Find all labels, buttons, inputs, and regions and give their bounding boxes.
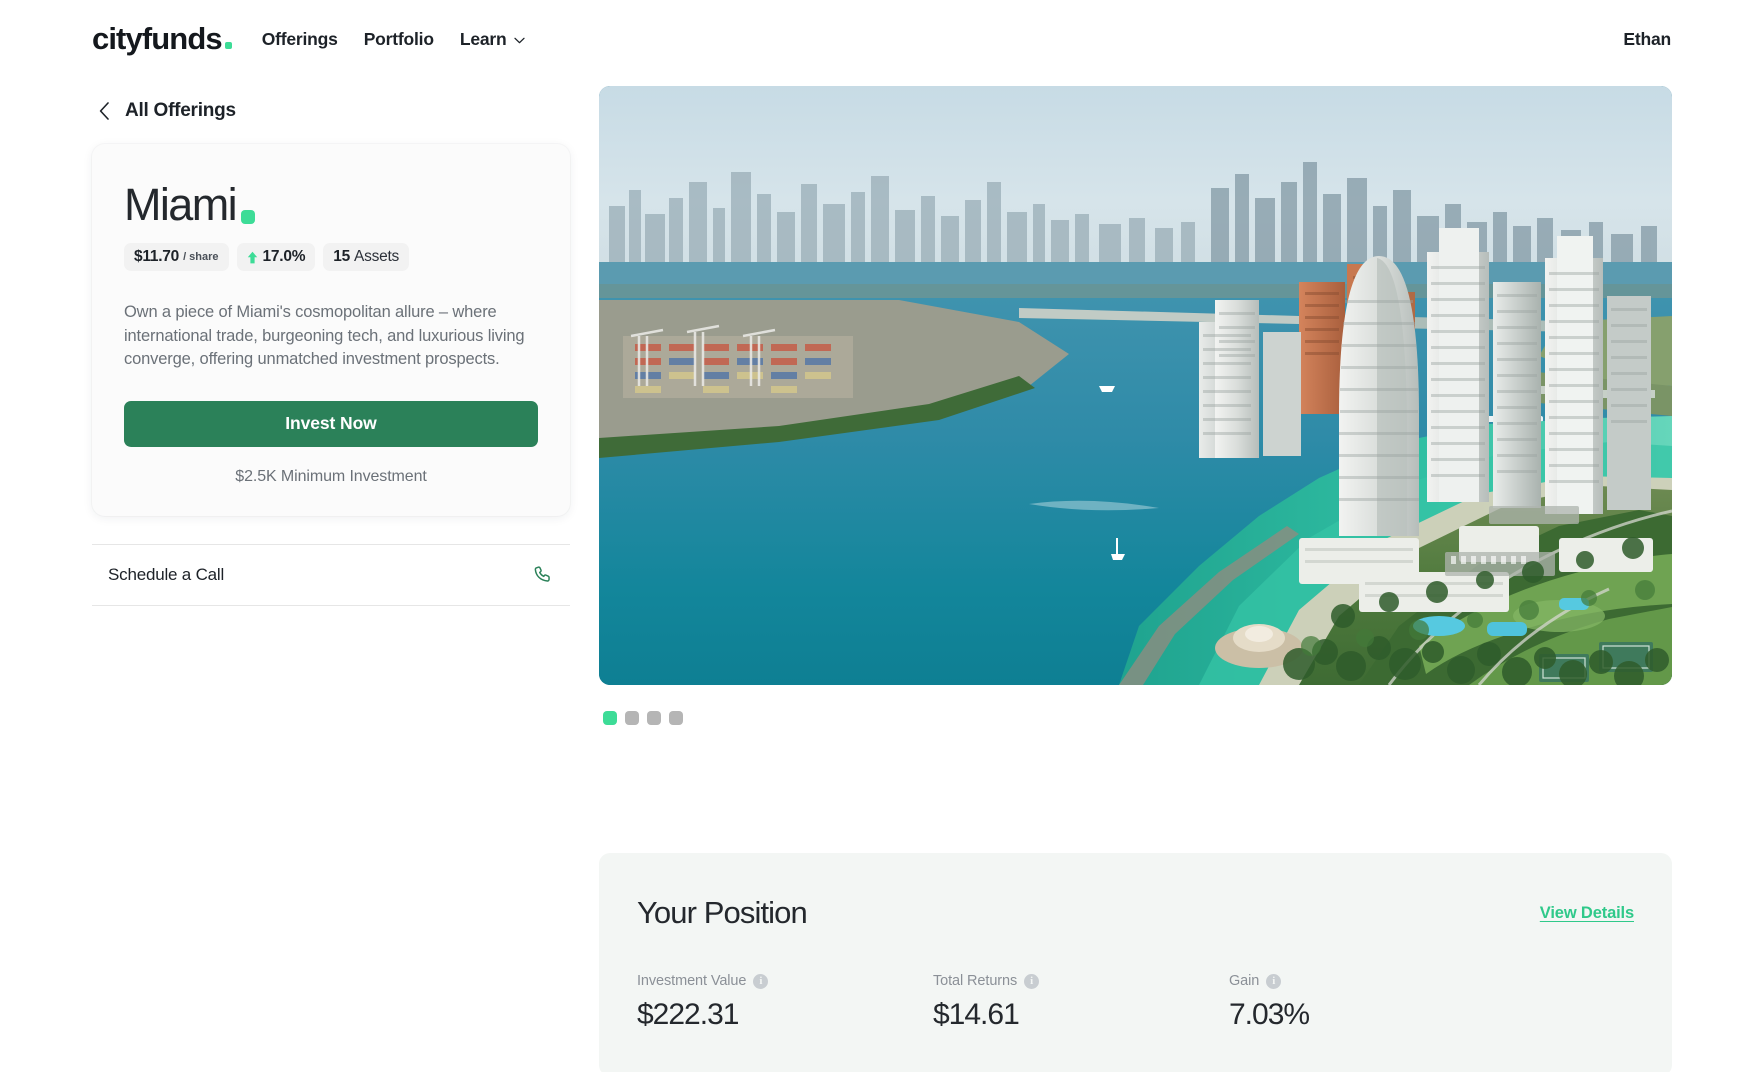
metric-total-returns-label: Total Returns bbox=[933, 973, 1018, 989]
position-header: Your Position View Details bbox=[637, 895, 1634, 931]
arrow-up-icon bbox=[247, 251, 258, 264]
brand-wordmark: cityfunds bbox=[92, 21, 223, 56]
metric-gain-label: Gain bbox=[1229, 973, 1260, 989]
carousel-dot-3[interactable] bbox=[647, 711, 661, 725]
your-position-card: Your Position View Details Investment Va… bbox=[599, 853, 1672, 1072]
carousel-dot-4[interactable] bbox=[669, 711, 683, 725]
minimum-investment-note: $2.5K Minimum Investment bbox=[235, 467, 427, 485]
top-navigation-bar: cityfunds Offerings Portfolio Learn Etha… bbox=[0, 0, 1763, 78]
miami-aerial-illustration bbox=[599, 86, 1672, 685]
nav-item-learn-label: Learn bbox=[459, 28, 507, 49]
schedule-a-call-label: Schedule a Call bbox=[108, 564, 225, 584]
metric-investment-value-label-row: Investment Value i bbox=[637, 973, 933, 989]
chevron-down-icon bbox=[513, 37, 525, 44]
share-price-suffix: / share bbox=[183, 251, 219, 263]
metric-total-returns: Total Returns i $14.61 bbox=[933, 973, 1229, 1032]
phone-icon[interactable] bbox=[533, 564, 554, 585]
position-metrics: Investment Value i $222.31 Total Returns… bbox=[637, 973, 1634, 1032]
cityfunds-logo[interactable]: cityfunds bbox=[92, 21, 232, 57]
nav-item-offerings[interactable]: Offerings bbox=[262, 29, 338, 50]
back-label: All Offerings bbox=[125, 100, 236, 121]
stat-pill-asset-count: 15 Assets bbox=[323, 243, 409, 271]
nav-item-portfolio-label: Portfolio bbox=[363, 28, 434, 49]
metric-gain: Gain i 7.03% bbox=[1229, 973, 1525, 1032]
carousel-dots bbox=[599, 711, 1672, 725]
metric-investment-value: Investment Value i $222.31 bbox=[637, 973, 933, 1032]
offering-stat-pills: $11.70 / share 17.0% 15 Assets bbox=[124, 243, 538, 271]
metric-investment-value-label: Investment Value bbox=[637, 973, 747, 989]
account-menu-ethan[interactable]: Ethan bbox=[1623, 29, 1671, 50]
stat-pill-share-price: $11.70 / share bbox=[124, 243, 229, 271]
share-price-value: $11.70 bbox=[134, 248, 180, 265]
offering-card: Miami $11.70 / share 17.0% 15 Assets Own… bbox=[92, 144, 570, 516]
nav-item-offerings-label: Offerings bbox=[261, 28, 338, 49]
appreciation-value: 17.0% bbox=[262, 248, 306, 265]
stat-pill-appreciation: 17.0% bbox=[236, 243, 316, 271]
position-title: Your Position bbox=[637, 895, 808, 930]
nav-item-portfolio[interactable]: Portfolio bbox=[364, 29, 434, 50]
brand-dot-icon bbox=[224, 42, 232, 49]
left-column: All Offerings Miami $11.70 / share 17.0% bbox=[92, 100, 570, 606]
metric-total-returns-label-row: Total Returns i bbox=[933, 973, 1229, 989]
offering-hero-image[interactable] bbox=[599, 86, 1672, 685]
offering-title: Miami bbox=[124, 182, 538, 227]
asset-count-suffix: Assets bbox=[353, 248, 399, 265]
back-to-all-offerings[interactable]: All Offerings bbox=[92, 100, 570, 122]
invest-now-button[interactable]: Invest Now bbox=[124, 400, 538, 447]
schedule-a-call-row[interactable]: Schedule a Call bbox=[92, 543, 570, 606]
carousel-dot-2[interactable] bbox=[625, 711, 639, 725]
offering-description: Own a piece of Miami's cosmopolitan allu… bbox=[124, 303, 525, 369]
info-icon[interactable]: i bbox=[753, 973, 769, 989]
metric-gain-label-row: Gain i bbox=[1229, 973, 1525, 989]
page-body: All Offerings Miami $11.70 / share 17.0% bbox=[0, 78, 1763, 1072]
nav-item-learn[interactable]: Learn bbox=[460, 29, 525, 50]
metric-investment-value-amount: $222.31 bbox=[637, 998, 739, 1031]
offering-accent-dot-icon bbox=[241, 210, 255, 224]
metric-total-returns-amount: $14.61 bbox=[933, 998, 1020, 1031]
info-icon[interactable]: i bbox=[1266, 973, 1282, 989]
carousel-dot-1[interactable] bbox=[603, 711, 617, 725]
info-icon[interactable]: i bbox=[1024, 973, 1040, 989]
asset-count-value: 15 bbox=[333, 248, 350, 265]
offering-city-name: Miami bbox=[124, 179, 238, 230]
metric-gain-amount: 7.03% bbox=[1229, 998, 1310, 1031]
right-column: Your Position View Details Investment Va… bbox=[599, 86, 1672, 1072]
view-details-link[interactable]: View Details bbox=[1540, 904, 1634, 923]
chevron-left-icon bbox=[99, 102, 110, 120]
nav-links: Offerings Portfolio Learn bbox=[262, 29, 525, 50]
